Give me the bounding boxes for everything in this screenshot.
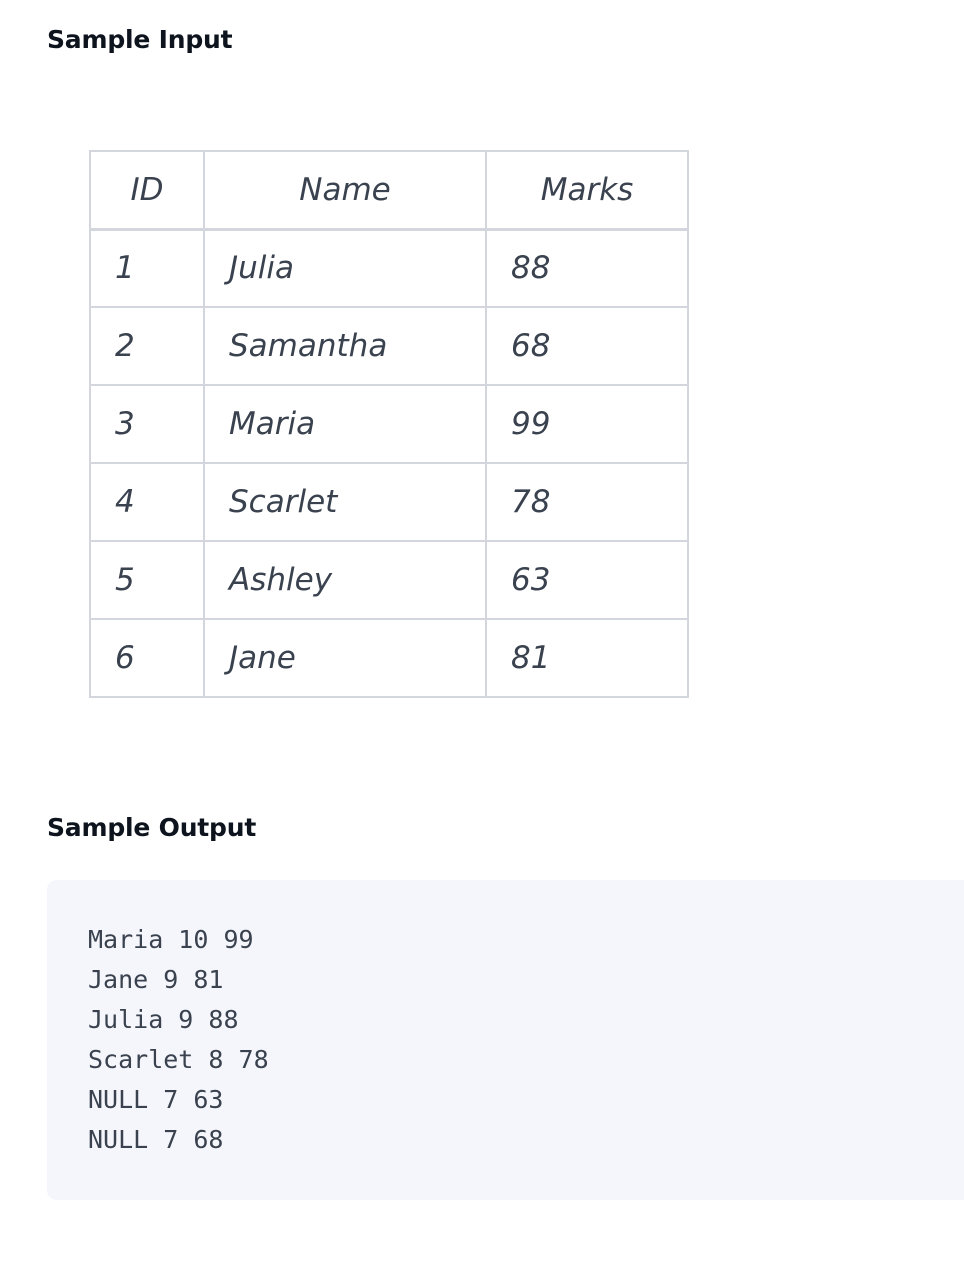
cell-name: Samantha (203, 306, 487, 386)
table-body: 1 Julia 88 2 Samantha 68 3 Maria 99 4 Sc… (89, 228, 689, 698)
output-line: NULL 7 63 (88, 1085, 224, 1114)
column-header-id: ID (89, 150, 205, 231)
cell-marks: 88 (485, 228, 689, 308)
column-header-marks: Marks (485, 150, 689, 231)
table-header-row: ID Name Marks (89, 150, 689, 231)
cell-id: 5 (89, 540, 205, 620)
cell-id: 6 (89, 618, 205, 698)
table-row: 4 Scarlet 78 (89, 462, 689, 542)
cell-marks: 68 (485, 306, 689, 386)
table-row: 5 Ashley 63 (89, 540, 689, 620)
table-row: 1 Julia 88 (89, 228, 689, 308)
output-line: NULL 7 68 (88, 1125, 224, 1154)
cell-name: Jane (203, 618, 487, 698)
cell-marks: 99 (485, 384, 689, 464)
cell-name: Maria (203, 384, 487, 464)
cell-marks: 81 (485, 618, 689, 698)
table-row: 3 Maria 99 (89, 384, 689, 464)
table-header: ID Name Marks (89, 150, 689, 231)
sample-input-table: ID Name Marks 1 Julia 88 2 Samantha 68 3… (89, 150, 689, 698)
cell-id: 4 (89, 462, 205, 542)
output-line: Maria 10 99 (88, 925, 254, 954)
cell-marks: 63 (485, 540, 689, 620)
cell-id: 2 (89, 306, 205, 386)
cell-id: 3 (89, 384, 205, 464)
output-line: Julia 9 88 (88, 1005, 239, 1034)
cell-name: Scarlet (203, 462, 487, 542)
table-row: 6 Jane 81 (89, 618, 689, 698)
cell-name: Julia (203, 228, 487, 308)
column-header-name: Name (203, 150, 487, 231)
table-row: 2 Samantha 68 (89, 306, 689, 386)
cell-id: 1 (89, 228, 205, 308)
output-line: Scarlet 8 78 (88, 1045, 269, 1074)
cell-marks: 78 (485, 462, 689, 542)
sample-output-code-block: Maria 10 99 Jane 9 81 Julia 9 88 Scarlet… (47, 880, 964, 1200)
sample-input-heading: Sample Input (47, 25, 233, 54)
sample-output-heading: Sample Output (47, 813, 257, 842)
sample-input-table-container: ID Name Marks 1 Julia 88 2 Samantha 68 3… (89, 150, 689, 698)
output-line: Jane 9 81 (88, 965, 224, 994)
cell-name: Ashley (203, 540, 487, 620)
